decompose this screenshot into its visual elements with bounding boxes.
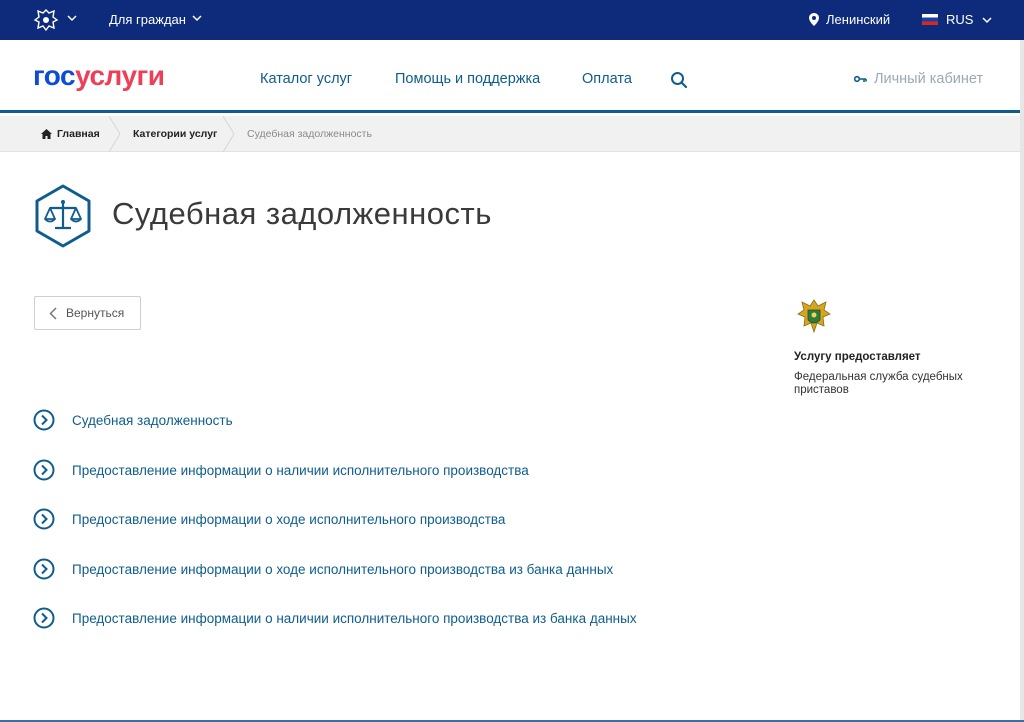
service-link-4[interactable]: Предоставление информации о ходе исполни…: [33, 558, 613, 580]
location-label: Ленинский: [826, 12, 891, 27]
breadcrumb-separator: [108, 116, 121, 152]
main-header: госуслуги Каталог услуг Помощь и поддерж…: [0, 40, 1024, 113]
service-link-5[interactable]: Предоставление информации о наличии испо…: [33, 607, 637, 629]
search-icon[interactable]: [670, 71, 688, 89]
service-link-label: Предоставление информации о ходе исполни…: [72, 561, 614, 577]
citizens-menu[interactable]: Для граждан: [109, 12, 186, 27]
window-scrollbar-track[interactable]: [1020, 40, 1024, 722]
service-link-1[interactable]: Судебная задолженность: [33, 409, 233, 431]
provider-label: Услугу предоставляет: [794, 351, 921, 363]
home-icon: [41, 129, 52, 139]
service-link-3[interactable]: Предоставление информации о ходе исполни…: [33, 508, 505, 530]
breadcrumb-current: Судебная задолженность: [247, 128, 372, 140]
nav-payment[interactable]: Оплата: [582, 71, 632, 87]
circle-arrow-right-icon: [33, 409, 55, 431]
service-link-label: Предоставление информации о наличии испо…: [72, 610, 637, 626]
gosuslugi-logo[interactable]: госуслуги: [33, 60, 165, 92]
circle-arrow-right-icon: [33, 508, 55, 530]
emblem-icon[interactable]: [33, 8, 59, 32]
page-title: Судебная задолженность: [112, 196, 492, 231]
breadcrumb: Главная Категории услуг Судебная задолже…: [0, 116, 1024, 152]
back-button[interactable]: Вернуться: [34, 296, 141, 330]
nav-help[interactable]: Помощь и поддержка: [395, 71, 540, 87]
key-icon: [854, 75, 867, 83]
top-bar: Для граждан Ленинский RUS: [0, 0, 1024, 40]
provider-name: Федеральная служба судебных приставов: [794, 371, 963, 396]
breadcrumb-categories[interactable]: Категории услуг: [133, 128, 217, 140]
personal-account-link[interactable]: Личный кабинет: [854, 71, 983, 87]
circle-arrow-right-icon: [33, 607, 55, 629]
location-pin-icon: [809, 13, 819, 26]
russian-flag-icon: [922, 14, 938, 25]
location-selector[interactable]: Ленинский: [809, 12, 890, 27]
service-link-2[interactable]: Предоставление информации о наличии испо…: [33, 459, 529, 481]
chevron-down-icon[interactable]: [66, 12, 78, 24]
logo-part-gos: гос: [33, 60, 76, 91]
breadcrumb-separator: [222, 116, 235, 152]
chevron-down-icon[interactable]: [191, 12, 203, 24]
personal-account-label: Личный кабинет: [874, 71, 984, 87]
fssp-emblem-icon: [797, 299, 831, 334]
service-link-label: Предоставление информации о наличии испо…: [72, 462, 529, 478]
breadcrumb-home-label: Главная: [57, 128, 100, 140]
service-link-label: Судебная задолженность: [72, 412, 233, 428]
language-label: RUS: [946, 12, 974, 27]
nav-catalog[interactable]: Каталог услуг: [260, 71, 352, 87]
breadcrumb-home[interactable]: Главная: [41, 128, 100, 140]
language-selector[interactable]: RUS: [922, 12, 993, 27]
circle-arrow-right-icon: [33, 558, 55, 580]
scales-of-justice-icon: [35, 184, 91, 248]
back-button-label: Вернуться: [66, 306, 125, 320]
circle-arrow-right-icon: [33, 459, 55, 481]
logo-part-uslugi: услуги: [75, 60, 165, 91]
chevron-left-icon: [49, 306, 57, 320]
service-link-label: Предоставление информации о ходе исполни…: [72, 511, 506, 527]
chevron-down-icon: [982, 16, 992, 23]
